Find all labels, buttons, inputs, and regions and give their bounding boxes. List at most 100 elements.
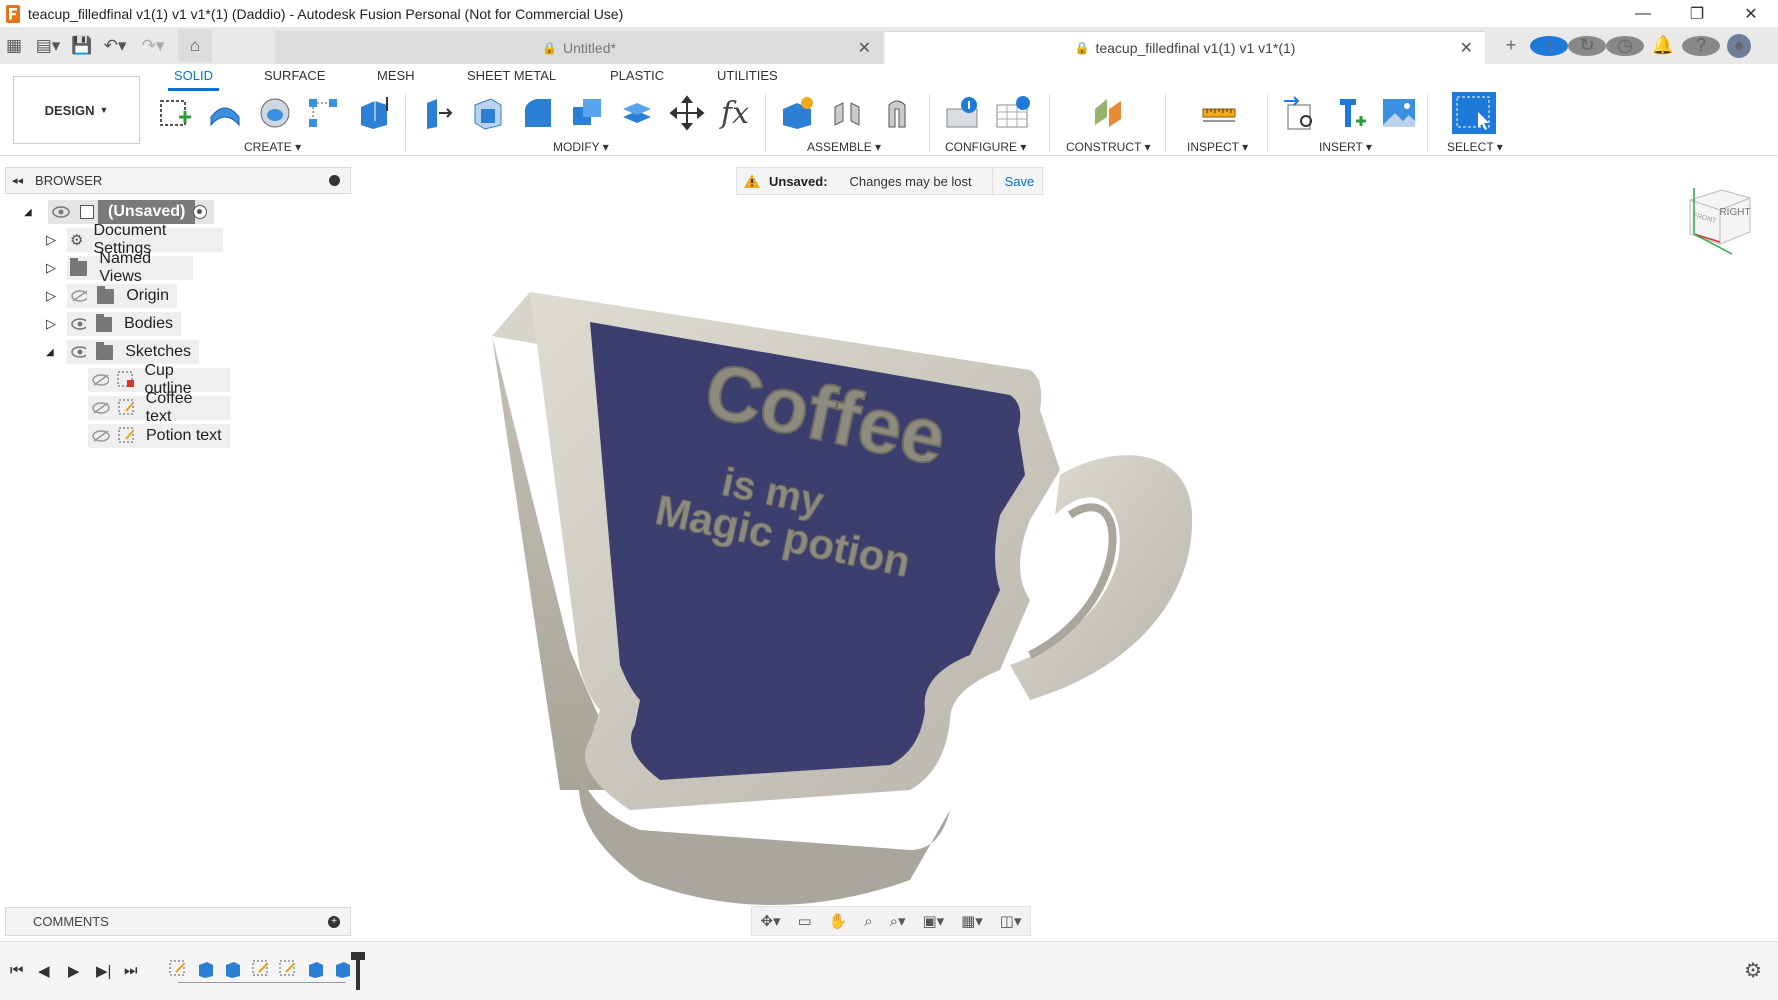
save-link[interactable]: Save xyxy=(1005,174,1035,189)
step-forward-icon[interactable]: ▶| xyxy=(96,962,111,980)
insert-mcmaster-icon[interactable] xyxy=(1331,94,1369,132)
chamfer-icon[interactable] xyxy=(518,94,556,132)
create-group-label[interactable]: CREATE ▾ xyxy=(244,140,301,154)
tree-item-coffee-text[interactable]: Coffee text xyxy=(88,390,230,425)
look-at-icon[interactable]: ▭ xyxy=(798,912,812,930)
visibility-eye-icon[interactable] xyxy=(71,318,86,330)
file-menu-icon[interactable]: ▤▾ xyxy=(28,36,68,56)
tab-teacup[interactable]: 🔒 teacup_filledfinal v1(1) v1 v1*(1) ✕ xyxy=(885,31,1485,64)
visibility-eye-icon[interactable] xyxy=(71,346,87,358)
extensions-icon[interactable]: ↑ xyxy=(1530,35,1568,56)
go-to-start-icon[interactable]: ⏮ xyxy=(10,962,24,979)
timeline-sketch-icon[interactable] xyxy=(169,960,187,978)
new-tab-icon[interactable]: + xyxy=(1492,35,1530,56)
press-pull-icon[interactable] xyxy=(418,94,456,132)
visibility-eye-icon[interactable] xyxy=(52,206,70,218)
timeline-sketch-icon[interactable] xyxy=(279,960,297,978)
tree-item-sketches[interactable]: Sketches xyxy=(67,340,199,364)
expand-arrow-icon[interactable]: ▷ xyxy=(46,256,56,280)
tab-untitled[interactable]: 🔒 Untitled* ✕ xyxy=(275,31,883,64)
assemble-group-label[interactable]: ASSEMBLE ▾ xyxy=(807,140,881,154)
collapse-arrow-icon[interactable]: ◢ xyxy=(24,207,32,218)
joint-icon[interactable] xyxy=(828,94,866,132)
home-icon[interactable]: ⌂ xyxy=(178,29,212,62)
timeline-extrude-icon[interactable] xyxy=(197,960,215,978)
offset-plane-icon[interactable] xyxy=(1090,94,1128,132)
timeline-extrude-icon[interactable] xyxy=(307,960,325,978)
timeline-marker[interactable] xyxy=(351,952,365,990)
expand-arrow-icon[interactable]: ▷ xyxy=(46,312,56,336)
insert-derive-icon[interactable] xyxy=(1281,94,1319,132)
select-icon[interactable] xyxy=(1452,92,1496,134)
pan-hand-icon[interactable]: ✋ xyxy=(829,912,848,930)
user-avatar-icon[interactable]: ● xyxy=(1720,33,1758,58)
timeline-extrude-icon[interactable] xyxy=(334,960,352,978)
create-sketch-icon[interactable] xyxy=(156,94,194,132)
tree-item-bodies[interactable]: Bodies xyxy=(67,312,181,336)
display-settings-icon[interactable]: ▣▾ xyxy=(922,912,944,930)
history-clock-icon[interactable]: ◷ xyxy=(1606,35,1644,56)
configuration-table-icon[interactable] xyxy=(994,94,1032,132)
timeline-settings-gear-icon[interactable]: ⚙ xyxy=(1744,958,1762,983)
tree-item-origin[interactable]: Origin xyxy=(67,284,177,308)
timeline-extrude-icon[interactable] xyxy=(224,960,242,978)
help-icon[interactable]: ? xyxy=(1682,35,1720,56)
orbit-icon[interactable]: ✥▾ xyxy=(760,912,780,930)
construct-group-label[interactable]: CONSTRUCT ▾ xyxy=(1066,140,1150,154)
offset-face-icon[interactable] xyxy=(618,94,656,132)
comments-panel[interactable]: COMMENTS + xyxy=(5,907,351,936)
hidden-eye-icon[interactable] xyxy=(92,402,110,414)
modify-group-label[interactable]: MODIFY ▾ xyxy=(553,140,609,154)
zoom-icon[interactable]: ⌕ xyxy=(864,913,872,930)
tab-mesh[interactable]: MESH xyxy=(377,68,415,83)
pattern-icon[interactable] xyxy=(304,94,342,132)
activate-radio-icon[interactable] xyxy=(193,205,207,219)
minimize-button[interactable]: — xyxy=(1616,0,1670,27)
expand-arrow-icon[interactable]: ▷ xyxy=(46,228,56,252)
close-tab-icon[interactable]: ✕ xyxy=(858,38,871,58)
teacup-model[interactable]: Coffee is my Magic potion xyxy=(470,270,1210,910)
move-copy-icon[interactable] xyxy=(668,94,706,132)
step-back-icon[interactable]: ◀ xyxy=(38,962,50,980)
collapse-arrow-icon[interactable]: ◢ xyxy=(46,340,54,364)
timeline-sketch-icon[interactable] xyxy=(252,960,270,978)
zoom-window-icon[interactable]: ⌕▾ xyxy=(890,912,906,930)
save-icon[interactable]: 💾 xyxy=(68,36,96,56)
change-parameters-icon[interactable]: fx xyxy=(716,94,754,132)
as-built-joint-icon[interactable] xyxy=(878,94,916,132)
tab-sheet-metal[interactable]: SHEET METAL xyxy=(467,68,556,83)
insert-group-label[interactable]: INSERT ▾ xyxy=(1319,140,1372,154)
tree-item-document-settings[interactable]: ⚙ Document Settings xyxy=(67,222,223,257)
redo-icon[interactable]: ↷▾ xyxy=(134,36,172,56)
grid-settings-icon[interactable]: ▦▾ xyxy=(961,912,983,930)
go-to-end-icon[interactable]: ⏭ xyxy=(124,962,138,979)
combine-icon[interactable] xyxy=(568,94,606,132)
inspect-group-label[interactable]: INSPECT ▾ xyxy=(1187,140,1248,154)
notifications-bell-icon[interactable]: 🔔 xyxy=(1644,35,1682,56)
close-tab-icon[interactable]: ✕ xyxy=(1460,38,1473,58)
workspace-switcher-button[interactable]: DESIGN ▼ xyxy=(13,76,140,144)
tree-item-potion-text[interactable]: Potion text xyxy=(88,424,230,448)
tab-surface[interactable]: SURFACE xyxy=(264,68,325,83)
play-icon[interactable]: ▶ xyxy=(68,962,80,980)
hidden-eye-icon[interactable] xyxy=(92,374,110,386)
tab-solid[interactable]: SOLID xyxy=(167,68,220,91)
tree-root-node[interactable]: (Unsaved) xyxy=(48,200,214,224)
tree-root[interactable]: ◢ xyxy=(24,200,32,224)
hidden-eye-icon[interactable] xyxy=(71,290,87,302)
expand-arrow-icon[interactable]: ▷ xyxy=(46,284,56,308)
collapse-panel-icon[interactable]: ◂◂ xyxy=(12,174,23,187)
select-group-label[interactable]: SELECT ▾ xyxy=(1447,140,1503,154)
viewports-icon[interactable]: ◫▾ xyxy=(1000,912,1022,930)
maximize-button[interactable]: ❐ xyxy=(1670,0,1724,27)
viewcube[interactable]: RIGHT FRONT xyxy=(1680,182,1760,262)
close-window-button[interactable]: ✕ xyxy=(1724,0,1778,27)
configure-group-label[interactable]: CONFIGURE ▾ xyxy=(945,140,1026,154)
tree-item-named-views[interactable]: Named Views xyxy=(67,250,193,285)
extrude-icon[interactable] xyxy=(354,94,392,132)
insert-canvas-icon[interactable] xyxy=(1380,94,1418,132)
browser-pin-icon[interactable] xyxy=(329,175,340,186)
measure-icon[interactable] xyxy=(1200,94,1238,132)
add-comment-icon[interactable]: + xyxy=(328,915,340,928)
browser-panel-header[interactable]: ◂◂ BROWSER xyxy=(5,167,351,194)
